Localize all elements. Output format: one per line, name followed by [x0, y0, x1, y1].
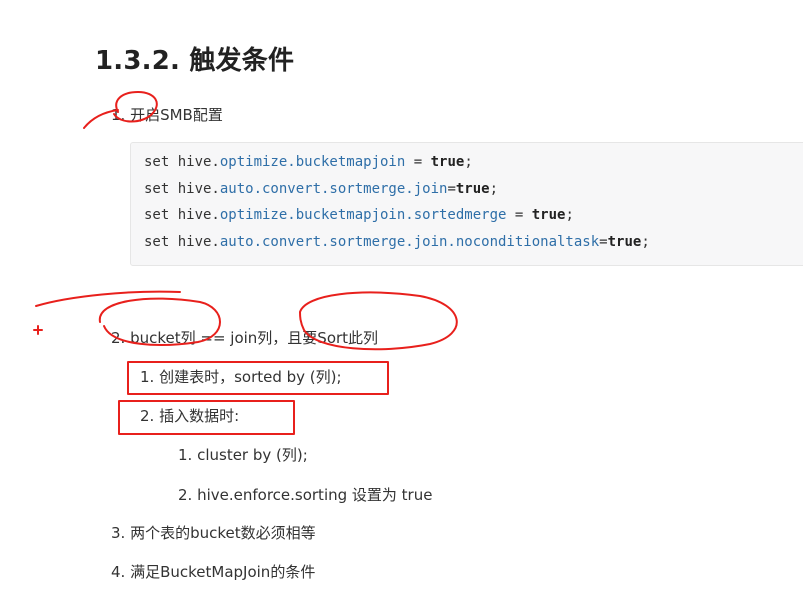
- code-semicolon: ;: [489, 181, 499, 197]
- list-item-bucket-count: 3. 两个表的bucket数必须相等: [111, 524, 316, 542]
- list-item-enable-smb: 1. 开启SMB配置: [111, 106, 223, 124]
- list-item-create-table: 1. 创建表时，sorted by (列);: [140, 368, 342, 386]
- code-operator: =: [599, 234, 608, 250]
- code-property: auto.convert.sortmerge.join: [219, 181, 448, 197]
- code-line: set hive.optimize.bucketmapjoin.sortedme…: [144, 207, 574, 223]
- code-operator: =: [447, 181, 456, 197]
- code-keyword: set hive.: [144, 234, 220, 250]
- list-item-bucket-join: 2. bucket列 == join列，且要Sort此列: [111, 329, 379, 347]
- code-semicolon: ;: [464, 154, 473, 170]
- code-property: optimize.bucketmapjoin: [219, 154, 406, 170]
- code-value: true: [430, 154, 465, 170]
- code-line: set hive.auto.convert.sortmerge.join=tru…: [144, 181, 498, 197]
- code-operator: =: [506, 207, 532, 223]
- code-line: set hive.optimize.bucketmapjoin = true;: [144, 154, 473, 170]
- code-value: true: [607, 234, 642, 250]
- code-value: true: [531, 207, 566, 223]
- list-item-cluster-by: 1. cluster by (列);: [178, 446, 308, 464]
- code-line: set hive.auto.convert.sortmerge.join.noc…: [144, 234, 650, 250]
- section-heading: 1.3.2. 触发条件: [95, 46, 295, 76]
- annotation-stroke-item2: [35, 290, 181, 307]
- handwritten-annotations: [33, 91, 458, 435]
- code-value: true: [455, 181, 490, 197]
- code-keyword: set hive.: [144, 207, 220, 223]
- code-property: optimize.bucketmapjoin.sortedmerge: [219, 207, 507, 223]
- list-item-enforce-sorting: 2. hive.enforce.sorting 设置为 true: [178, 486, 433, 504]
- annotation-plus: [33, 325, 43, 335]
- list-item-bucketmapjoin: 4. 满足BucketMapJoin的条件: [111, 563, 316, 581]
- code-keyword: set hive.: [144, 181, 220, 197]
- code-operator: =: [405, 154, 431, 170]
- code-property: auto.convert.sortmerge.join.noconditiona…: [219, 234, 600, 250]
- code-keyword: set hive.: [144, 154, 220, 170]
- list-item-insert-data: 2. 插入数据时:: [140, 407, 240, 425]
- code-semicolon: ;: [565, 207, 574, 223]
- code-semicolon: ;: [641, 234, 650, 250]
